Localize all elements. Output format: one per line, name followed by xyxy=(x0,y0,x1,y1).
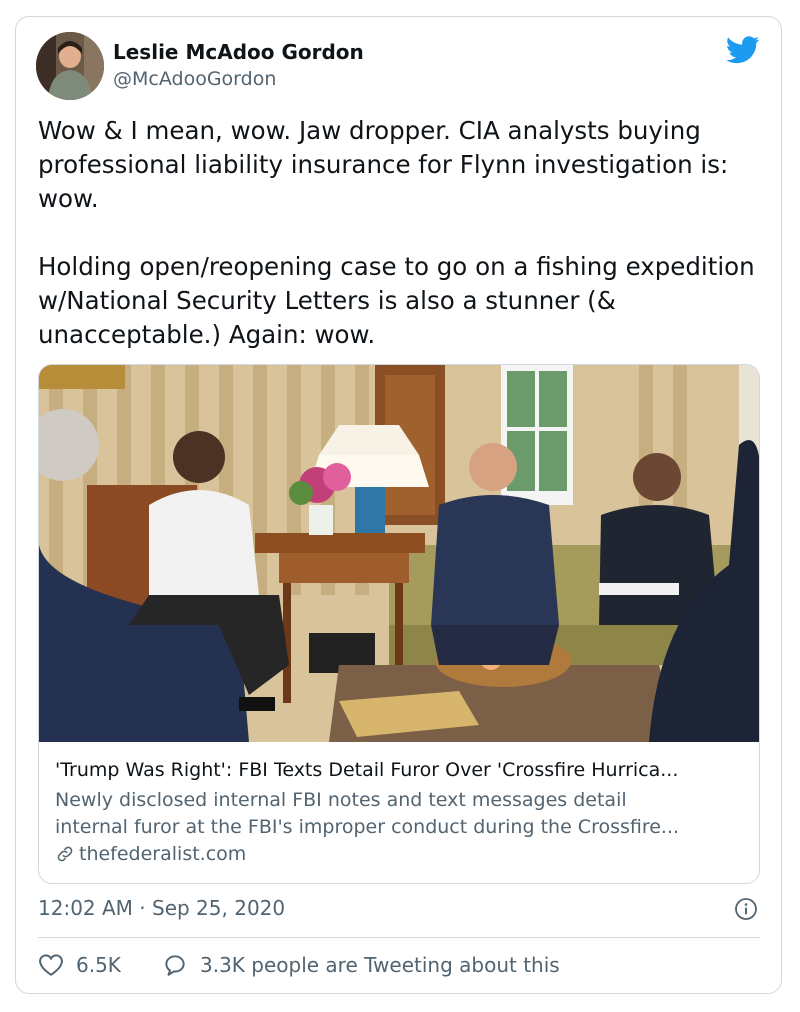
author-avatar[interactable] xyxy=(36,32,104,100)
link-preview-title[interactable]: 'Trump Was Right': FBI Texts Detail Furo… xyxy=(55,759,755,781)
link-preview-domain[interactable]: thefederalist.com xyxy=(55,843,246,865)
twitter-bird-icon[interactable] xyxy=(726,36,760,64)
like-count: 6.5K xyxy=(76,953,121,977)
link-preview-description-line: internal furor at the FBI's improper con… xyxy=(55,816,680,838)
link-icon xyxy=(57,846,73,862)
link-domain-text: thefederalist.com xyxy=(79,843,247,865)
divider xyxy=(38,937,760,938)
tweeting-count-text: 3.3K people are Tweeting about this xyxy=(200,953,560,977)
info-icon[interactable] xyxy=(734,897,758,921)
tweeting-about-link[interactable]: 3.3K people are Tweeting about this xyxy=(162,953,560,977)
heart-icon xyxy=(39,954,63,976)
tweet-timestamp[interactable]: 12:02 AM · Sep 25, 2020 xyxy=(38,896,285,920)
like-button[interactable]: 6.5K xyxy=(38,953,121,977)
speech-bubble-icon xyxy=(165,955,185,976)
author-name[interactable]: Leslie McAdoo Gordon xyxy=(113,40,364,64)
link-preview-description: Newly disclosed internal FBI notes and t… xyxy=(55,787,747,841)
author-handle[interactable]: @McAdooGordon xyxy=(113,68,276,90)
tweet-text: Wow & I mean, wow. Jaw dropper. CIA anal… xyxy=(38,116,755,349)
link-preview-description-line: Newly disclosed internal FBI notes and t… xyxy=(55,789,627,811)
link-preview-image xyxy=(39,365,759,742)
link-preview-card[interactable]: 'Trump Was Right': FBI Texts Detail Furo… xyxy=(38,364,760,884)
